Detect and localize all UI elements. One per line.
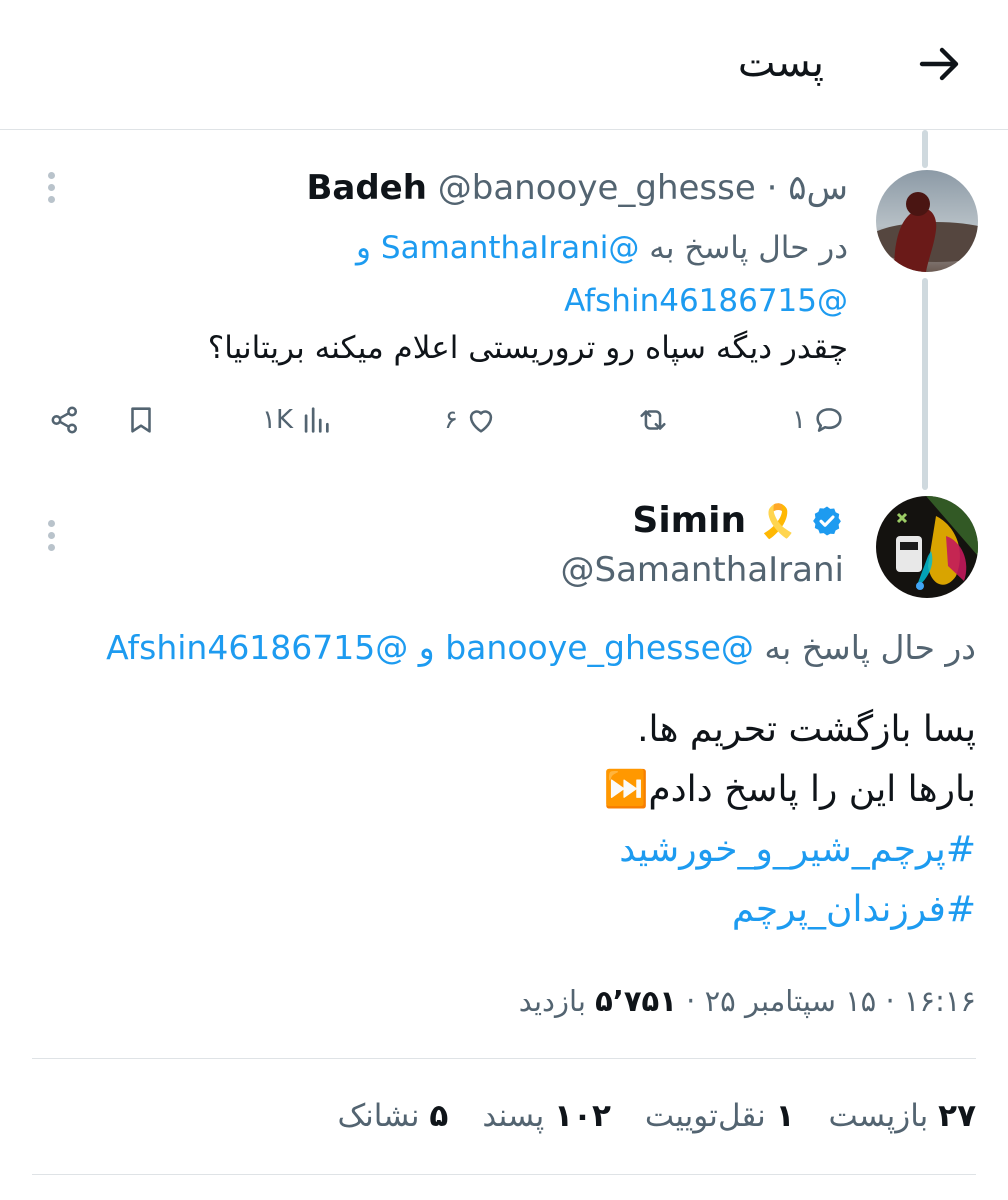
page-title: پست (737, 40, 824, 86)
more-dot (47, 532, 55, 539)
more-dot (47, 184, 55, 191)
views-label: بازدید (518, 984, 586, 1018)
fast-forward-emoji: ⏭️ (603, 769, 649, 810)
heart-icon (469, 410, 493, 433)
stat-likes[interactable]: ۱۰۲ پسند (482, 1098, 611, 1134)
thread-connector (922, 130, 928, 168)
more-dot (47, 196, 55, 203)
reply-count: ۱ (792, 405, 806, 435)
hashtag-link[interactable]: #پرچم_شیر_و_خورشید (604, 820, 976, 880)
avatar-image (876, 170, 978, 272)
like-button[interactable]: ۶ (444, 400, 498, 440)
arrow-right-icon (919, 47, 959, 81)
dot-separator: · (885, 984, 895, 1018)
back-button[interactable] (916, 40, 964, 88)
timestamp[interactable]: ۵س (788, 168, 848, 208)
mention-link[interactable]: @Afshin46186715 (564, 283, 848, 319)
more-options-button[interactable] (46, 520, 56, 556)
thread-connector (922, 278, 928, 490)
author-handle[interactable]: @SamanthaIrani (561, 550, 844, 590)
author-name: Simin (632, 500, 747, 541)
bookmark-button[interactable] (124, 400, 158, 440)
more-options-button[interactable] (46, 172, 56, 208)
hashtag-link[interactable]: #فرزندان_پرچم (604, 880, 976, 940)
stat-bookmarks[interactable]: ۵ نشانک (337, 1098, 448, 1134)
tweet-body: پسا بازگشت تحریم ها. بارها این را پاسخ د… (604, 700, 976, 940)
replying-and: و (418, 628, 435, 667)
views-button[interactable]: ۱K (262, 400, 333, 440)
share-icon (51, 406, 78, 434)
like-count: ۶ (444, 405, 458, 435)
ribbon-emoji: 🎗️ (758, 501, 798, 540)
author-name[interactable]: Badeh (306, 168, 426, 208)
avatar-image (876, 496, 978, 598)
tweet-date[interactable]: ۱۵ سپتامبر ۲۵ (705, 984, 877, 1018)
more-dot (47, 520, 55, 527)
mention-link[interactable]: @Afshin46186715 (106, 628, 408, 667)
mention-link[interactable]: @SamanthaIrani (381, 230, 639, 266)
avatar[interactable] (876, 170, 978, 272)
dot-separator: · (766, 168, 778, 208)
tweet-metadata: ۱۶:۱۶ · ۱۵ سپتامبر ۲۵ · ۵٬۷۵۱ بازدید (519, 984, 976, 1018)
stat-count: ۱۰۲ (554, 1098, 611, 1134)
author-handle[interactable]: @banooye_ghesse (438, 168, 756, 208)
retweet-icon (640, 410, 666, 430)
reply-text: چقدر دیگه سپاه رو تروریستی اعلام میکنه ب… (207, 330, 848, 366)
bookmark-icon (131, 407, 151, 433)
divider (32, 1174, 976, 1175)
header-divider (0, 129, 1008, 130)
stat-label: نشانک (337, 1098, 420, 1134)
stat-quotes[interactable]: ۱ نقل‌توییت (645, 1098, 795, 1134)
replying-and: و (356, 230, 372, 266)
stat-label: بازپست (828, 1098, 929, 1134)
stat-count: ۵ (429, 1098, 449, 1134)
views-count: ۱K (262, 405, 294, 435)
stat-count: ۱ (775, 1098, 795, 1134)
replying-to: در حال پاسخ به @SamanthaIrani و @Afshin4… (248, 222, 848, 328)
tweet-line-text: بارها این را پاسخ دادم (648, 769, 976, 810)
engagement-stats: ۲۷ بازپست ۱ نقل‌توییت ۱۰۲ پسند ۵ نشانک (337, 1098, 976, 1134)
stat-reposts[interactable]: ۲۷ بازپست (829, 1098, 976, 1134)
stat-label: نقل‌توییت (644, 1098, 766, 1134)
author-name-row[interactable]: Simin 🎗️ (632, 500, 844, 541)
bar-chart-icon (304, 407, 329, 433)
more-dot (47, 172, 55, 179)
tweet-line: پسا بازگشت تحریم ها. (637, 709, 976, 750)
verified-badge-icon (813, 506, 841, 535)
replying-to: در حال پاسخ به @banooye_ghesse و @Afshin… (106, 628, 976, 667)
comment-icon (816, 408, 842, 432)
stat-count: ۲۷ (938, 1098, 976, 1134)
reply-button[interactable]: ۱ (792, 400, 846, 440)
share-button[interactable] (48, 400, 82, 440)
replying-prefix: در حال پاسخ به (764, 628, 976, 667)
stat-label: پسند (482, 1098, 545, 1134)
mention-link[interactable]: @banooye_ghesse (445, 628, 754, 667)
more-dot (47, 544, 55, 551)
tweet-time[interactable]: ۱۶:۱۶ (904, 984, 976, 1018)
retweet-button[interactable] (636, 400, 670, 440)
dot-separator: · (686, 984, 696, 1018)
tweet-line-2: بارها این را پاسخ دادم⏭️ (604, 760, 976, 820)
avatar[interactable] (876, 496, 978, 598)
replying-prefix: در حال پاسخ به (649, 230, 848, 266)
divider (32, 1058, 976, 1059)
views-count: ۵٬۷۵۱ (595, 984, 677, 1018)
reply-header: Badeh @banooye_ghesse · ۵س (306, 168, 848, 208)
